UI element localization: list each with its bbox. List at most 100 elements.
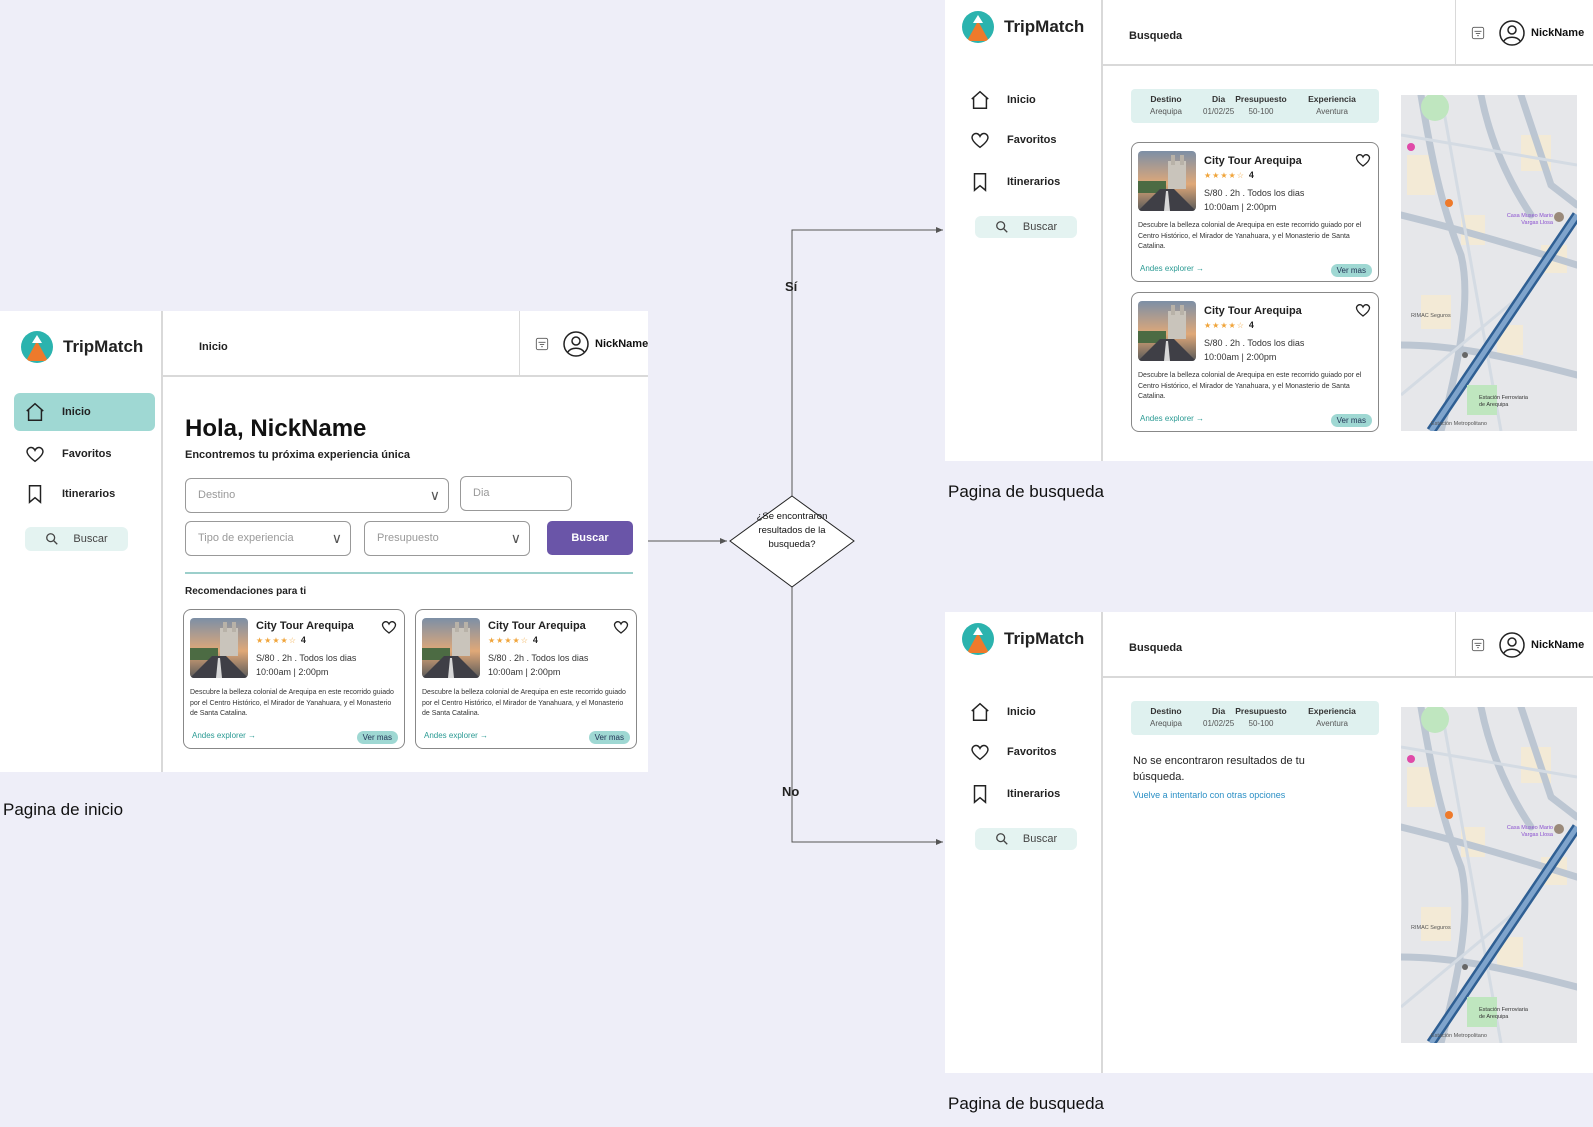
app-name: TripMatch (1004, 629, 1085, 648)
user-menu[interactable]: NickName (535, 331, 648, 357)
bookmark-icon (973, 785, 987, 804)
avatar-icon (563, 331, 589, 357)
rating-stars: ★★★★☆ 4 (1204, 320, 1255, 330)
greeting-subtitle: Encontremos tu próxima experiencia única (185, 449, 410, 461)
chevron-down-icon: ∨ (331, 530, 342, 546)
rating-value: 4 (300, 635, 307, 645)
tour-description: Descubre la belleza colonial de Arequipa… (1138, 222, 1362, 250)
tour-card[interactable]: City Tour Arequipa ★★★★☆ 4 S/80 . 2h . Todo… (415, 609, 637, 749)
tour-thumbnail (190, 618, 248, 678)
sidebar-search-button[interactable]: Buscar (975, 216, 1077, 238)
ver-mas-button[interactable]: Ver mas (1330, 264, 1372, 277)
home-icon (26, 402, 44, 421)
filter-value: Aventura (1316, 107, 1348, 116)
page-title: Busqueda (1129, 30, 1183, 42)
sidebar-item-favoritos[interactable]: Favoritos (959, 735, 1089, 769)
tour-card[interactable]: City Tour Arequipa ★★★★☆ 4 S/80 . 2h . Todo… (183, 609, 405, 749)
provider-link[interactable]: Andes explorer → (192, 731, 256, 740)
favorite-heart-icon[interactable] (612, 618, 630, 636)
ver-mas-button[interactable]: Ver mas (1330, 414, 1372, 427)
heart-icon (26, 446, 44, 463)
map-label: Estación Ferroviaria de Arequipa (1479, 395, 1528, 408)
tour-card[interactable]: City Tour Arequipa ★★★★☆ 4 S/80 . 2h . Todo… (1131, 292, 1379, 432)
tour-times: 10:00am | 2:00pm (1204, 352, 1277, 362)
dia-field[interactable]: Dia (460, 476, 572, 511)
sidebar-item-label: Favoritos (1007, 746, 1057, 758)
user-menu[interactable]: NickName (1471, 632, 1584, 658)
tour-times: 10:00am | 2:00pm (1204, 202, 1277, 212)
applied-filters-bar[interactable]: Destino Arequipa Dia 01/02/25 Presupuesto 50-… (1131, 701, 1379, 735)
map-view[interactable]: Casa Museo Mario Vargas Llosa Estación Fe… (1401, 95, 1577, 431)
search-icon (995, 833, 1008, 845)
map-label: Casa Museo Mario Vargas Llosa (1506, 825, 1553, 838)
app-logo: TripMatch (21, 331, 143, 363)
favorite-heart-icon[interactable] (380, 618, 398, 636)
search-topbar: Busqueda NickName (1103, 612, 1593, 678)
sidebar-search-label: Buscar (73, 533, 108, 545)
chevron-down-icon: ∨ (429, 487, 440, 503)
sidebar-item-favoritos[interactable]: Favoritos (14, 435, 155, 473)
dia-placeholder: Dia (473, 487, 490, 499)
tipo-experiencia-select[interactable]: Tipo de experiencia ∨ (185, 521, 351, 556)
sidebar-item-inicio[interactable]: Inicio (14, 393, 155, 431)
bookmark-icon (973, 173, 987, 192)
tour-meta: S/80 . 2h . Todos los dias 10:00am | 2:00… (488, 651, 588, 679)
filter-label: Experiencia (1308, 94, 1356, 104)
filter-icon[interactable] (1471, 638, 1485, 652)
sidebar-item-itinerarios[interactable]: Itinerarios (959, 777, 1089, 811)
no-results-screen: Destino Arequipa Dia 01/02/25 Presupuesto 50-… (945, 612, 1593, 1073)
sidebar-search-button[interactable]: Buscar (975, 828, 1077, 850)
filter-icon[interactable] (535, 337, 549, 351)
presupuesto-select[interactable]: Presupuesto ∨ (364, 521, 530, 556)
topbar-divider (1455, 0, 1456, 66)
user-name: NickName (1531, 639, 1585, 651)
topbar-divider (519, 311, 520, 377)
tour-title: City Tour Arequipa (256, 620, 354, 632)
filter-label: Presupuesto (1235, 706, 1287, 716)
sidebar-search-button[interactable]: Buscar (25, 527, 128, 551)
bookmark-icon (28, 485, 42, 504)
tour-price-line: S/80 . 2h . Todos los dias (488, 653, 589, 663)
filter-icon[interactable] (1471, 26, 1485, 40)
sidebar-item-itinerarios[interactable]: Itinerarios (14, 475, 155, 513)
applied-filters-bar[interactable]: Destino Arequipa Dia 01/02/25 Presupuesto 50-… (1131, 89, 1379, 123)
favorite-heart-icon[interactable] (1354, 301, 1372, 319)
sidebar-item-label: Favoritos (1007, 134, 1057, 146)
tour-price-line: S/80 . 2h . Todos los dias (256, 653, 357, 663)
sidebar-item-itinerarios[interactable]: Itinerarios (959, 165, 1089, 199)
filter-value: 50-100 (1248, 107, 1274, 116)
filter-value: Arequipa (1149, 107, 1183, 116)
destino-select[interactable]: Destino ∨ (185, 478, 449, 513)
rating-stars: ★★★★☆ 4 (256, 635, 307, 645)
user-menu[interactable]: NickName (1471, 20, 1584, 46)
app-name: TripMatch (1004, 17, 1085, 36)
sidebar-item-favoritos[interactable]: Favoritos (959, 123, 1089, 157)
tripmatch-logo-icon (962, 623, 994, 655)
destino-placeholder: Destino (198, 489, 236, 501)
search-button[interactable]: Buscar (547, 521, 633, 555)
no-label: No (782, 784, 800, 799)
tour-price-line: S/80 . 2h . Todos los dias (1204, 188, 1305, 198)
provider-link[interactable]: Andes explorer → (1140, 414, 1204, 423)
app-logo: TripMatch (962, 11, 1084, 43)
sidebar-item-inicio[interactable]: Inicio (959, 83, 1089, 117)
no-results-caption: Pagina de busqueda (948, 1094, 1104, 1113)
app-logo: TripMatch (962, 623, 1084, 655)
ver-mas-button[interactable]: Ver mas (356, 731, 398, 744)
search-sidebar: TripMatch Inicio Favoritos Itinerarios Busca… (945, 612, 1103, 1073)
rating-stars: ★★★★☆ 4 (488, 635, 539, 645)
provider-link[interactable]: Andes explorer → (1140, 264, 1204, 273)
filter-value: Aventura (1316, 719, 1348, 728)
ver-mas-button[interactable]: Ver mas (588, 731, 630, 744)
favorite-heart-icon[interactable] (1354, 151, 1372, 169)
sidebar-item-label: Itinerarios (1007, 788, 1061, 800)
search-results-screen: Destino Arequipa Dia 01/02/25 Presupuesto 50-… (945, 0, 1593, 461)
tour-card[interactable]: City Tour Arequipa ★★★★☆ 4 S/80 . 2h . Todo… (1131, 142, 1379, 282)
sidebar-item-inicio[interactable]: Inicio (959, 695, 1089, 729)
map-view[interactable]: Casa Museo Mario Vargas Llosa Estación Fe… (1401, 707, 1577, 1043)
tour-meta: S/80 . 2h . Todos los dias 10:00am | 2:00… (256, 651, 356, 679)
filter-label: Destino (1150, 94, 1182, 104)
sidebar-item-label: Itinerarios (1007, 176, 1061, 188)
retry-link[interactable]: Vuelve a intentarlo con otras opciones (1133, 790, 1285, 800)
provider-link[interactable]: Andes explorer → (424, 731, 488, 740)
